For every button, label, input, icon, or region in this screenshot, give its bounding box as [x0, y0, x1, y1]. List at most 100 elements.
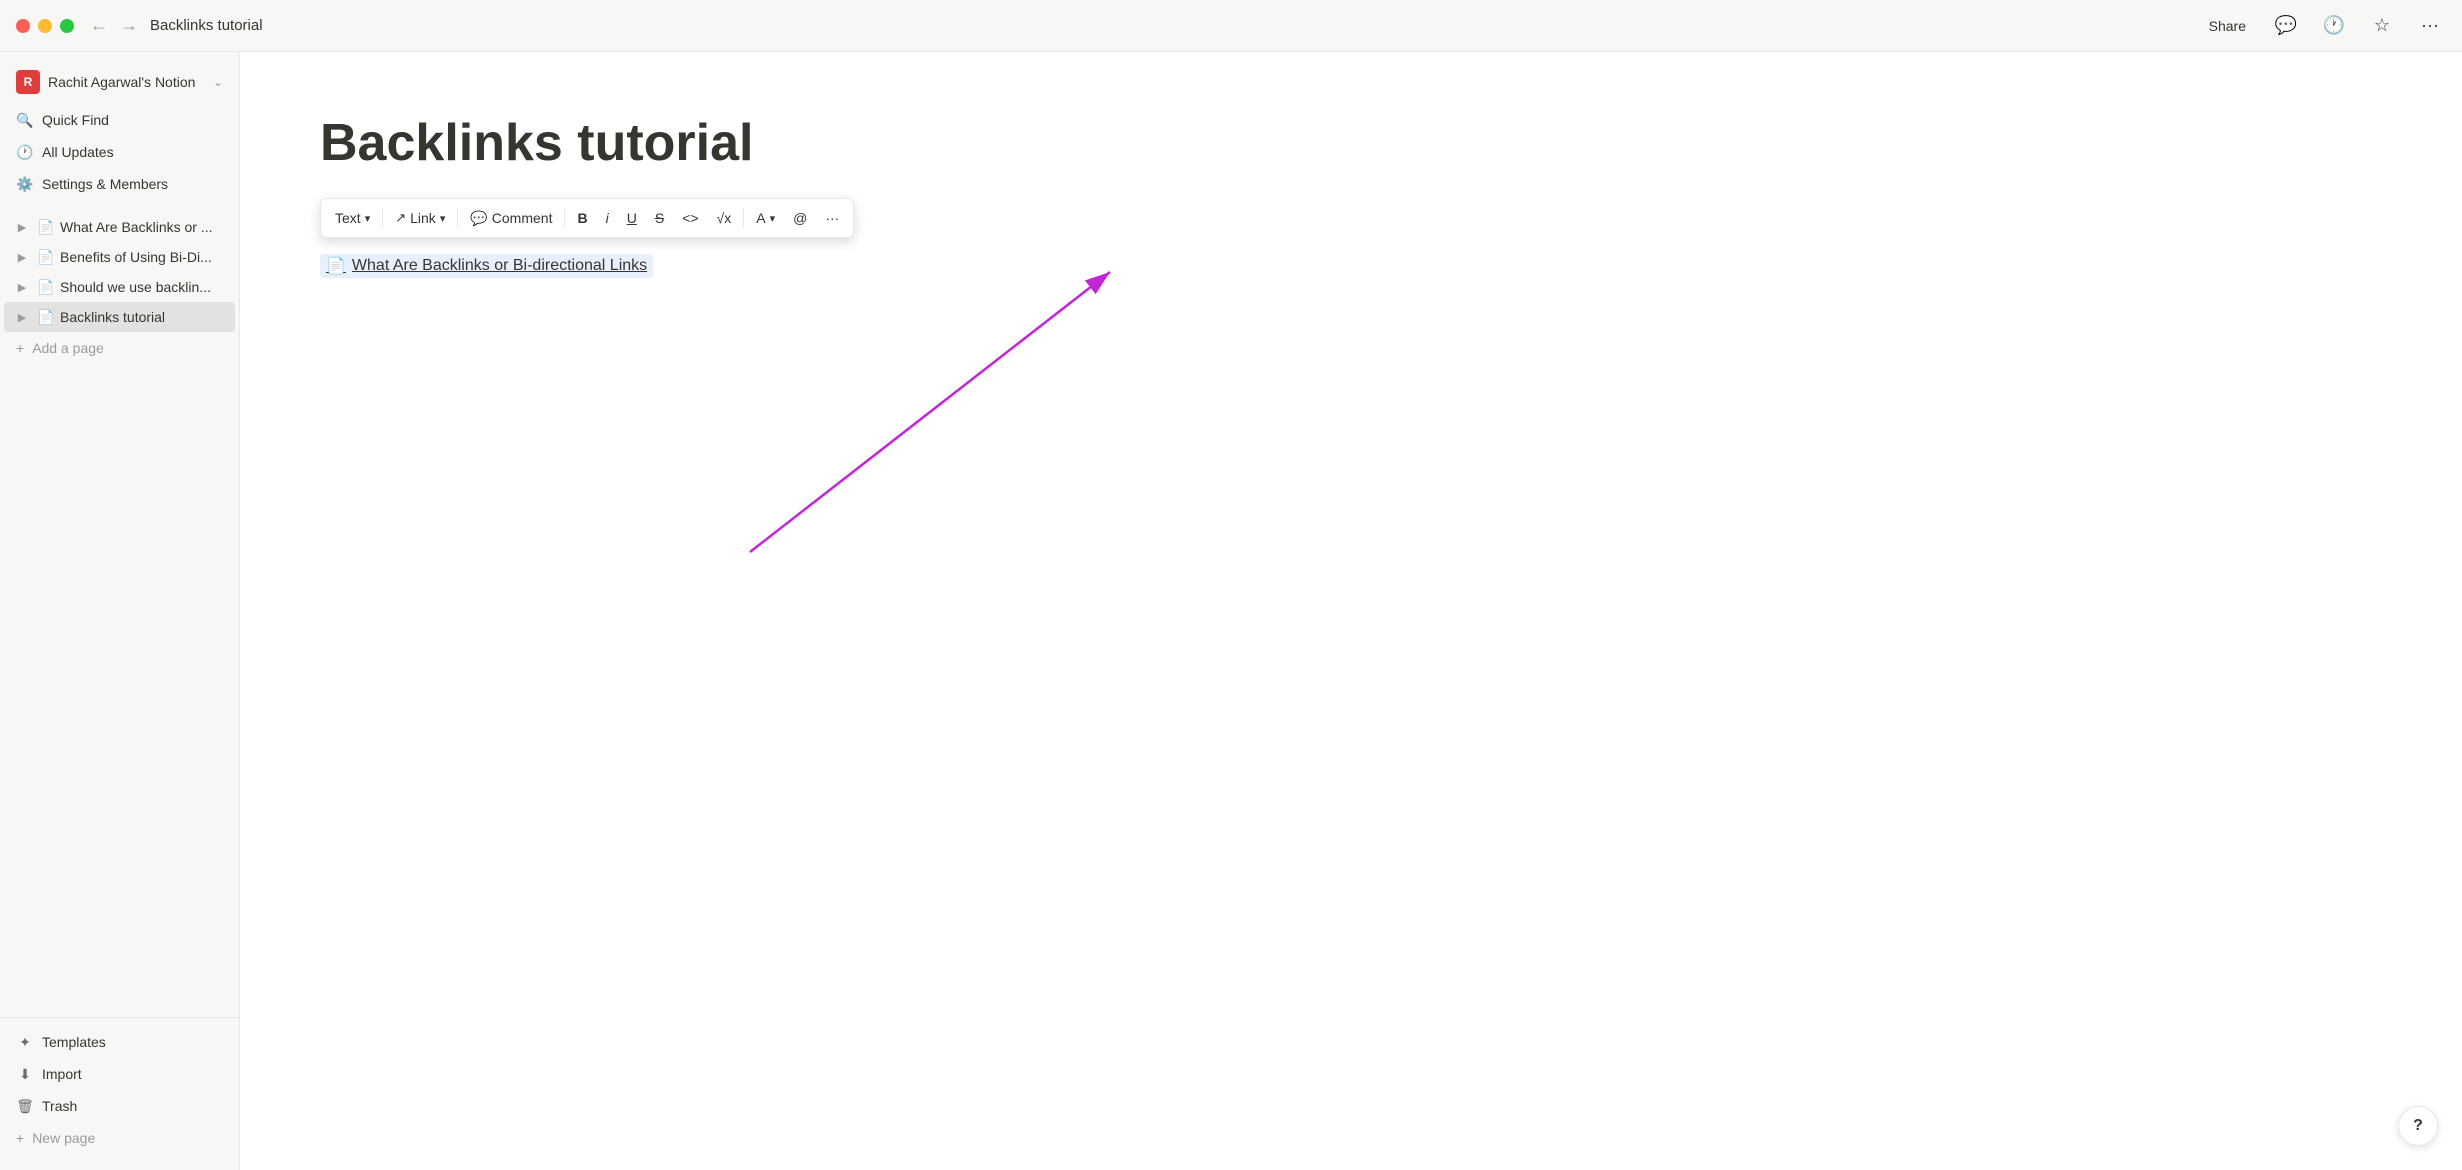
help-button[interactable]: ? — [2398, 1106, 2438, 1146]
workspace-selector[interactable]: R Rachit Agarwal's Notion ⌄ — [4, 64, 235, 100]
sidebar-item-import[interactable]: ⬇ Import — [4, 1058, 235, 1090]
sidebar: R Rachit Agarwal's Notion ⌄ 🔍 Quick Find… — [0, 0, 240, 1170]
page-doc-icon: 📄 — [36, 217, 56, 237]
sidebar-item-label: Import — [42, 1066, 82, 1082]
sidebar-item-quick-find[interactable]: 🔍 Quick Find — [4, 104, 235, 136]
text-label: Text — [335, 210, 361, 226]
text-type-button[interactable]: Text ▾ — [327, 203, 378, 233]
workspace-name: Rachit Agarwal's Notion — [48, 74, 205, 90]
titlebar: ← → Backlinks tutorial Share 💬 🕐 ☆ ··· — [0, 0, 2462, 52]
sidebar-item-label: Trash — [42, 1098, 77, 1114]
page-chevron-icon: ▶ — [12, 217, 32, 237]
maximize-button[interactable] — [60, 19, 74, 33]
templates-icon: ✦ — [16, 1033, 34, 1051]
comment-button[interactable]: 💬 Comment — [462, 203, 560, 233]
more-options-button[interactable]: ··· — [817, 203, 847, 233]
history-icon[interactable]: 🕐 — [2318, 10, 2350, 42]
sidebar-item-label: All Updates — [42, 144, 114, 160]
search-icon: 🔍 — [16, 111, 34, 129]
workspace-chevron-icon: ⌄ — [213, 75, 223, 89]
text-toolbar: Text ▾ ↗ Link ▾ 💬 Comment B i U — [320, 198, 854, 238]
close-button[interactable] — [16, 19, 30, 33]
favorite-icon[interactable]: ☆ — [2366, 10, 2398, 42]
share-button[interactable]: Share — [2201, 14, 2254, 38]
sidebar-item-trash[interactable]: 🗑 Trash — [4, 1090, 235, 1122]
new-page-button[interactable]: + New page — [4, 1122, 235, 1154]
comment-icon[interactable]: 💬 — [2270, 10, 2302, 42]
toolbar-divider — [743, 208, 744, 228]
link-button[interactable]: ↗ Link ▾ — [387, 203, 453, 233]
sidebar-item-settings[interactable]: ⚙️ Settings & Members — [4, 168, 235, 200]
text-chevron-icon: ▾ — [365, 212, 371, 225]
page-chevron-icon: ▶ — [12, 307, 32, 327]
toolbar-divider — [564, 208, 565, 228]
clock-icon: 🕐 — [16, 143, 34, 161]
more-options-icon[interactable]: ··· — [2414, 10, 2446, 42]
sidebar-item-label: Quick Find — [42, 112, 109, 128]
page-link[interactable]: 📄 What Are Backlinks or Bi-directional L… — [320, 254, 653, 278]
page-title: Backlinks tutorial — [320, 112, 2382, 174]
trash-icon: 🗑 — [16, 1097, 34, 1115]
new-page-label: New page — [32, 1130, 95, 1146]
help-label: ? — [2413, 1117, 2423, 1135]
bold-label: B — [577, 210, 587, 226]
sidebar-page-item-3[interactable]: ▶ 📄 Should we use backlin... — [4, 272, 235, 302]
traffic-lights — [16, 19, 74, 33]
page-link-icon: 📄 — [326, 256, 346, 276]
page-doc-icon: 📄 — [36, 277, 56, 297]
link-chevron-icon: ▾ — [440, 212, 446, 225]
italic-button[interactable]: i — [598, 203, 617, 233]
color-chevron-icon: ▾ — [770, 212, 776, 225]
page-doc-icon: 📄 — [36, 247, 56, 267]
arrow-annotation — [720, 252, 1220, 607]
add-page-button[interactable]: + Add a page — [4, 332, 235, 364]
sidebar-item-label: Templates — [42, 1034, 106, 1050]
titlebar-actions: Share 💬 🕐 ☆ ··· — [2201, 10, 2446, 42]
page-link-text: What Are Backlinks or Bi-directional Lin… — [352, 257, 647, 275]
bold-button[interactable]: B — [569, 203, 595, 233]
sidebar-page-item-4[interactable]: ▶ 📄 Backlinks tutorial — [4, 302, 235, 332]
comment-label: Comment — [492, 210, 553, 226]
color-label: A — [756, 210, 765, 226]
link-arrow-icon: ↗ — [395, 210, 406, 226]
math-label: √x — [717, 210, 732, 226]
toolbar-divider — [457, 208, 458, 228]
sidebar-page-item-1[interactable]: ▶ 📄 What Are Backlinks or ... — [4, 212, 235, 242]
strikethrough-button[interactable]: S — [647, 203, 672, 233]
toolbar-divider — [382, 208, 383, 228]
comment-bubble-icon: 💬 — [470, 210, 487, 227]
page-title-text: Backlinks tutorial — [60, 309, 227, 325]
sidebar-item-templates[interactable]: ✦ Templates — [4, 1026, 235, 1058]
page-title-text: What Are Backlinks or ... — [60, 219, 227, 235]
plus-icon: + — [16, 1130, 24, 1146]
code-label: <> — [682, 210, 698, 226]
back-arrow[interactable]: ← — [90, 15, 108, 36]
code-button[interactable]: <> — [674, 203, 706, 233]
titlebar-nav: ← → Backlinks tutorial — [90, 15, 2201, 36]
page-breadcrumb: Backlinks tutorial — [150, 17, 263, 34]
content-area[interactable]: Backlinks tutorial Text ▾ ↗ Link ▾ 💬 Com… — [240, 52, 2462, 1170]
color-button[interactable]: A ▾ — [748, 203, 783, 233]
main-content: Backlinks tutorial Text ▾ ↗ Link ▾ 💬 Com… — [240, 0, 2462, 1170]
math-button[interactable]: √x — [709, 203, 740, 233]
page-title-text: Benefits of Using Bi-Di... — [60, 249, 227, 265]
underline-label: U — [627, 210, 637, 226]
page-title-text: Should we use backlin... — [60, 279, 227, 295]
more-options-label: ··· — [825, 210, 839, 226]
sidebar-item-all-updates[interactable]: 🕐 All Updates — [4, 136, 235, 168]
minimize-button[interactable] — [38, 19, 52, 33]
mention-label: @ — [793, 210, 807, 226]
annotation-svg — [720, 252, 1220, 602]
underline-button[interactable]: U — [619, 203, 645, 233]
plus-icon: + — [16, 340, 24, 356]
sidebar-page-item-2[interactable]: ▶ 📄 Benefits of Using Bi-Di... — [4, 242, 235, 272]
mention-button[interactable]: @ — [785, 203, 815, 233]
sidebar-pages: ▶ 📄 What Are Backlinks or ... ▶ 📄 Benefi… — [0, 208, 239, 1017]
gear-icon: ⚙️ — [16, 175, 34, 193]
link-label: Link — [410, 210, 436, 226]
page-chevron-icon: ▶ — [12, 277, 32, 297]
page-chevron-icon: ▶ — [12, 247, 32, 267]
strikethrough-label: S — [655, 210, 664, 226]
forward-arrow[interactable]: → — [120, 15, 138, 36]
italic-label: i — [606, 210, 609, 226]
